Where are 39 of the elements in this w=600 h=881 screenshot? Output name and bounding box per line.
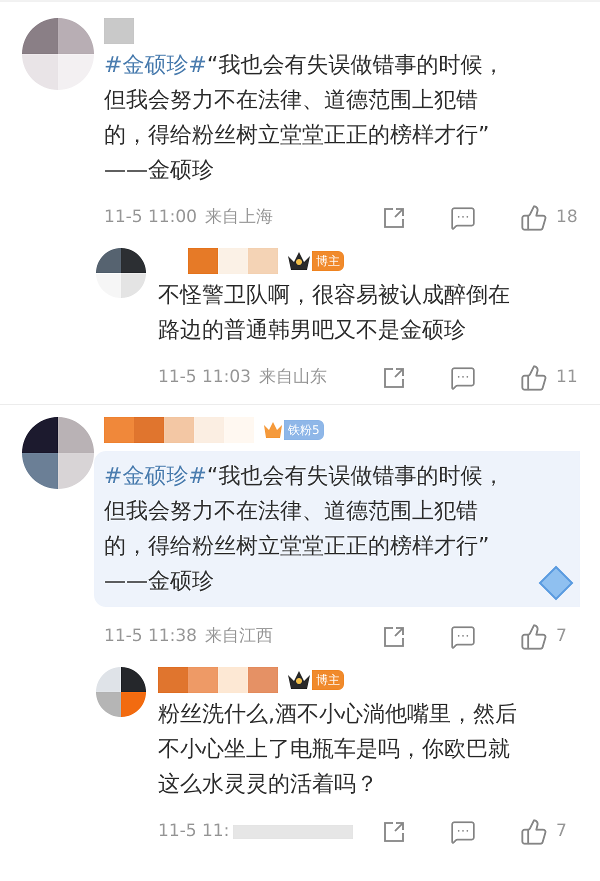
timestamp: 11-5 11:03 [158,366,251,390]
crown-icon [286,250,312,272]
location: 来自江西 [204,625,273,648]
blurred-name [104,18,134,44]
like-count: 11 [556,366,579,390]
timestamp: 11-5 11:00 [104,206,197,230]
comment-text: 不怪警卫队啊，很容易被认成醉倒在 路边的普通韩男吧又不是金硕珍 [158,282,510,345]
avatar[interactable] [96,667,146,717]
avatar[interactable] [22,417,94,489]
blogger-badge: 博主 [312,670,344,690]
like-icon[interactable] [520,623,548,651]
like-count: 7 [556,625,568,648]
like-icon[interactable] [520,364,548,392]
blogger-badge: 博主 [312,251,344,271]
timestamp: 11-5 11: [158,820,230,844]
timestamp: 11-5 11:38 [104,625,197,648]
share-icon[interactable] [382,366,406,390]
comment-icon[interactable] [450,624,476,650]
comment-text: #金硕珍#“我也会有失误做错事的时候， 但我会努力不在法律、道德范围上犯错 的，得给粉丝树立堂堂正正的榜样才行” ——金硕珍 [104,463,504,596]
diamond-icon [536,563,576,603]
share-icon[interactable] [382,625,406,649]
comment-icon[interactable] [450,205,476,231]
comment-icon[interactable] [450,365,476,391]
hashtag-link[interactable]: #金硕珍# [104,464,207,489]
comment-icon[interactable] [450,819,476,845]
comment-text: #金硕珍#“我也会有失误做错事的时候， 但我会努力不在法律、道德范围上犯错 的，得给粉丝树立堂堂正正的榜样才行” ——金硕珍 [104,52,504,185]
like-count: 7 [556,820,568,844]
hashtag-link[interactable]: #金硕珍# [104,53,207,78]
share-icon[interactable] [382,206,406,230]
avatar[interactable] [96,248,146,298]
location: 来自上海 [204,206,273,230]
like-icon[interactable] [520,204,548,232]
share-icon[interactable] [382,820,406,844]
fan-badge: 铁粉5 [284,420,324,440]
like-icon[interactable] [520,818,548,846]
comment-text: 粉丝洗什么,酒不小心淌他嘴里，然后 不小心坐上了电瓶车是吗，你欧巴就 这么水灵灵的活着吗？ [158,701,517,799]
crown-icon [286,669,312,691]
location: 来自山东 [258,366,327,390]
like-count: 18 [556,206,579,230]
